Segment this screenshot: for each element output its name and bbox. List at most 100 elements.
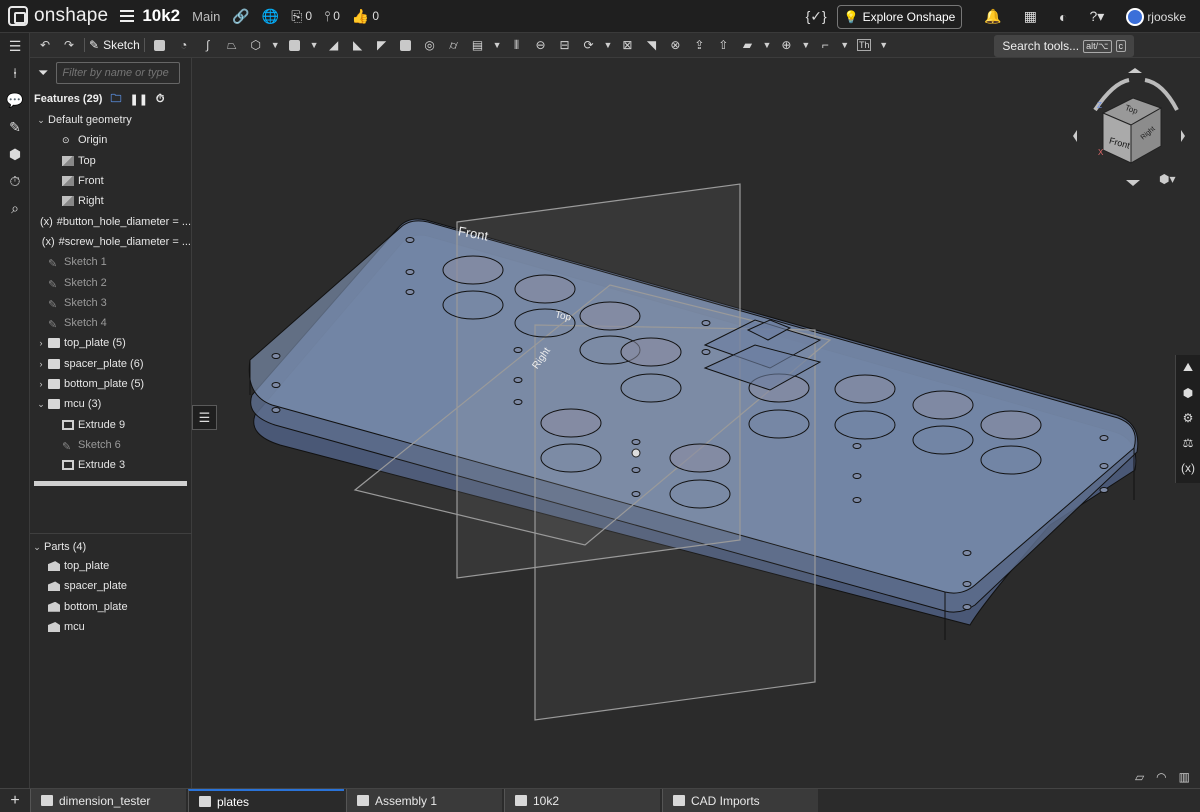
modify-fillet-icon[interactable]: ◥ [642,37,660,53]
configurations-icon[interactable]: ⚙ [1176,405,1200,430]
add-tab-button[interactable]: + [0,789,30,812]
view-cube[interactable]: Top Front Right Z X [1073,68,1198,193]
chevron-right-icon[interactable]: › [34,338,48,348]
chevron-down-icon[interactable]: ▼ [604,40,613,50]
tree-item[interactable]: ✎ Sketch 6 [30,435,191,455]
hole-icon[interactable]: ◎ [421,37,439,53]
pattern-icon[interactable]: ▤ [469,37,487,53]
measure-icon[interactable]: ◠ [1156,770,1166,784]
3d-viewport[interactable]: Front Top Right Top Front Right Z X ⬢▾ ⏥… [193,58,1200,788]
view-mode-icon[interactable]: ⬢▾ [1159,172,1176,186]
branches-button[interactable]: ⫯ 0 [324,8,340,25]
code-icon[interactable]: {✓} [806,8,827,25]
rib-icon[interactable]: ◤ [373,37,391,53]
chamfer-icon[interactable]: ◢ [325,37,343,53]
mass-properties-icon[interactable]: ⚖ [1176,430,1200,455]
onshape-logo[interactable]: onshape [8,5,108,27]
tree-item[interactable]: ⊙ Origin [30,130,191,150]
tree-item[interactable]: ⌄ mcu (3) [30,394,191,414]
sweep-icon[interactable]: ∫ [199,37,217,53]
notes-icon[interactable]: ✎ [0,114,30,141]
globe-icon[interactable]: 🌐 [262,8,279,25]
tree-item[interactable]: Extrude 3 [30,455,191,475]
delete-part-icon[interactable]: ⊠ [618,37,636,53]
link-icon[interactable]: 🔗 [232,8,249,25]
tab-cad-imports[interactable]: CAD Imports [662,788,818,812]
part-item[interactable]: spacer_plate [30,576,192,596]
tree-item[interactable]: (x) #screw_hole_diameter = ... [30,232,191,252]
rollback-bar[interactable] [34,481,187,487]
learning-icon[interactable]: ◐ [1059,9,1067,25]
display-icon[interactable]: ▥ [1179,770,1190,784]
menu-icon[interactable] [120,10,135,22]
apps-grid-icon[interactable]: ▦ [1024,8,1037,25]
chevron-right-icon[interactable]: › [34,379,48,389]
chevron-down-icon[interactable]: ⌄ [34,115,48,126]
chevron-down-icon[interactable]: ⌄ [34,399,48,410]
redo-icon[interactable]: ↷ [60,37,78,53]
chevron-right-icon[interactable]: › [34,359,48,369]
split-icon[interactable]: ⊟ [556,37,574,53]
tree-item[interactable]: ✎ Sketch 4 [30,313,191,333]
tab-assembly-1[interactable]: Assembly 1 [346,788,502,812]
tree-item[interactable]: ⌄ Default geometry [30,110,191,130]
variables-icon[interactable]: (x) [1176,455,1200,480]
replace-face-icon[interactable]: ⇧ [714,37,732,53]
feature-list-icon[interactable]: ☰ [0,33,30,60]
sheet-metal-icon[interactable]: ⌐ [816,37,834,53]
section-icon[interactable]: ⏥ [1135,770,1144,784]
tree-item[interactable]: › bottom_plate (5) [30,374,191,394]
tree-item[interactable]: ✎ Sketch 2 [30,272,191,292]
like-button[interactable]: 👍 0 [352,8,379,25]
chevron-down-icon[interactable]: ▼ [271,40,280,50]
tree-item[interactable]: ✎ Sketch 3 [30,293,191,313]
tree-item[interactable]: Top [30,151,191,171]
chevron-down-icon[interactable]: ▼ [762,40,771,50]
part-item[interactable]: top_plate [30,556,192,576]
cylinder-icon[interactable]: ⌭ [445,37,463,53]
mate-connector-icon[interactable]: ⊕ [777,37,795,53]
parts-header[interactable]: ⌄ Parts (4) [30,534,192,556]
pause-icon[interactable]: ❚❚ [129,93,147,106]
tree-item[interactable]: › spacer_plate (6) [30,354,191,374]
text-tool-icon[interactable]: Th [855,37,873,53]
bell-icon[interactable]: 🔔 [984,8,1001,25]
sketch-button[interactable]: ✎ Sketch [84,38,145,52]
appearance-icon[interactable]: ⛰ [1176,355,1200,380]
undo-icon[interactable]: ↶ [36,37,54,53]
loft-icon[interactable]: ⏢ [223,37,241,53]
filter-icon[interactable]: ⏷ [38,65,48,81]
help-icon[interactable]: ?▾ [1089,8,1104,25]
thicken-icon[interactable]: ⬡ [247,37,265,53]
boolean-icon[interactable]: ⊖ [532,37,550,53]
versions-button[interactable]: ⎘ 0 [291,8,312,25]
plane-icon[interactable]: ▰ [738,37,756,53]
tree-item[interactable]: Front [30,171,191,191]
tab-10k2[interactable]: 10k2 [504,788,660,812]
delete-face-icon[interactable]: ⊗ [666,37,684,53]
explore-onshape-button[interactable]: 💡 Explore Onshape [836,4,963,29]
transform-icon[interactable]: ⟳ [580,37,598,53]
chevron-down-icon[interactable]: ▼ [310,40,319,50]
chevron-down-icon[interactable]: ▼ [879,40,888,50]
extrude-icon[interactable] [151,37,169,53]
chevron-down-icon[interactable]: ▼ [801,40,810,50]
move-face-icon[interactable]: ⇪ [690,37,708,53]
add-feature-icon[interactable]: ⍿ [0,60,30,87]
chevron-down-icon[interactable]: ▼ [840,40,849,50]
fillet-icon[interactable] [286,37,304,53]
mirror-icon[interactable]: ⫴ [508,37,526,53]
draft-icon[interactable]: ◣ [349,37,367,53]
tree-item[interactable]: › top_plate (5) [30,333,191,353]
comments-icon[interactable]: 💬 [0,87,30,114]
document-name[interactable]: 10k2 [142,6,180,26]
part-item[interactable]: bottom_plate [30,597,192,617]
parts-color-icon[interactable]: ⬢ [1176,380,1200,405]
chevron-down-icon[interactable]: ▼ [493,40,502,50]
filter-input[interactable] [56,62,181,84]
user-menu[interactable]: rjooske [1126,7,1186,26]
tab-plates[interactable]: plates [188,788,344,812]
tab-dimension-tester[interactable]: dimension_tester [30,788,186,812]
tree-item[interactable]: Right [30,191,191,211]
parts-icon[interactable]: ⬢ [0,141,30,168]
